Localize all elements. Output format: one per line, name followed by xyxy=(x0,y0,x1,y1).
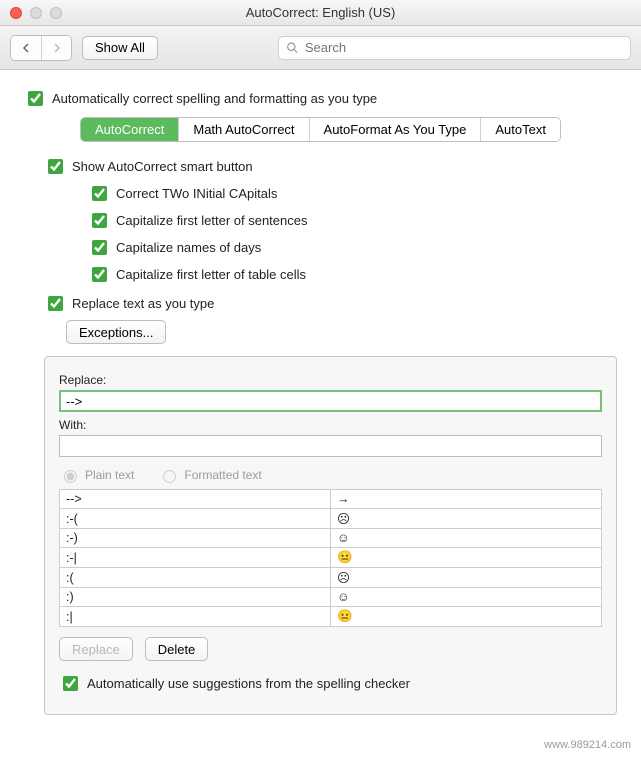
table-row[interactable]: :-|😐 xyxy=(60,548,602,568)
replace-button: Replace xyxy=(59,637,133,661)
cap-days-label: Capitalize names of days xyxy=(116,240,261,255)
tab-autoformat-as-you-type[interactable]: AutoFormat As You Type xyxy=(309,118,481,141)
replace-to-cell: → xyxy=(331,490,602,509)
replace-as-type-label: Replace text as you type xyxy=(72,296,214,311)
cap-sentences-checkbox[interactable] xyxy=(92,213,107,228)
plain-text-radio xyxy=(64,470,77,483)
table-row[interactable]: :|😐 xyxy=(60,607,602,627)
show-all-button[interactable]: Show All xyxy=(82,36,158,60)
table-row[interactable]: :)☺ xyxy=(60,588,602,607)
replace-as-type-checkbox[interactable] xyxy=(48,296,63,311)
two-initial-caps-label: Correct TWo INitial CApitals xyxy=(116,186,277,201)
replace-to-cell: ☺ xyxy=(331,529,602,548)
replace-from-cell: :| xyxy=(60,607,331,627)
replace-to-cell: ☹ xyxy=(331,568,602,588)
window-title: AutoCorrect: English (US) xyxy=(246,5,396,20)
cap-table-cells-label: Capitalize first letter of table cells xyxy=(116,267,306,282)
replace-from-cell: :-( xyxy=(60,509,331,529)
with-label: With: xyxy=(59,418,602,432)
cap-days-checkbox[interactable] xyxy=(92,240,107,255)
cap-sentences-label: Capitalize first letter of sentences xyxy=(116,213,307,228)
replacements-table[interactable]: -->→:-(☹:-)☺:-|😐:(☹:)☺:|😐 xyxy=(59,489,602,627)
replace-input[interactable] xyxy=(59,390,602,412)
replace-panel: Replace: With: Plain text Formatted text… xyxy=(44,356,617,715)
forward-button[interactable] xyxy=(41,36,71,60)
minimize-window-icon xyxy=(30,7,42,19)
replace-label: Replace: xyxy=(59,373,602,387)
replace-from-cell: --> xyxy=(60,490,331,509)
tab-autotext[interactable]: AutoText xyxy=(480,118,560,141)
search-wrap xyxy=(278,36,631,60)
smart-button-checkbox[interactable] xyxy=(48,159,63,174)
watermark: www.989214.com xyxy=(0,735,641,757)
formatted-text-label: Formatted text xyxy=(184,468,261,482)
replace-from-cell: :-) xyxy=(60,529,331,548)
auto-correct-typing-label: Automatically correct spelling and forma… xyxy=(52,91,377,106)
cap-table-cells-checkbox[interactable] xyxy=(92,267,107,282)
content: Automatically correct spelling and forma… xyxy=(0,70,641,735)
formatted-text-radio xyxy=(163,470,176,483)
use-spelling-checker-checkbox[interactable] xyxy=(63,676,78,691)
replace-to-cell: ☹ xyxy=(331,509,602,529)
tab-autocorrect[interactable]: AutoCorrect xyxy=(81,118,178,141)
delete-button[interactable]: Delete xyxy=(145,637,209,661)
two-initial-caps-checkbox[interactable] xyxy=(92,186,107,201)
search-input[interactable] xyxy=(278,36,631,60)
tab-group: AutoCorrect Math AutoCorrect AutoFormat … xyxy=(80,117,561,142)
format-radios: Plain text Formatted text xyxy=(59,467,602,483)
replace-to-cell: 😐 xyxy=(331,607,602,627)
replace-to-cell: ☺ xyxy=(331,588,602,607)
plain-text-label: Plain text xyxy=(85,468,134,482)
toolbar: Show All xyxy=(0,26,641,70)
close-window-icon[interactable] xyxy=(10,7,22,19)
tab-math-autocorrect[interactable]: Math AutoCorrect xyxy=(178,118,308,141)
zoom-window-icon xyxy=(50,7,62,19)
tabbar: AutoCorrect Math AutoCorrect AutoFormat … xyxy=(24,117,617,142)
titlebar: AutoCorrect: English (US) xyxy=(0,0,641,26)
auto-correct-typing-checkbox[interactable] xyxy=(28,91,43,106)
back-button[interactable] xyxy=(11,36,41,60)
use-spelling-checker-label: Automatically use suggestions from the s… xyxy=(87,676,410,691)
with-input[interactable] xyxy=(59,435,602,457)
table-row[interactable]: -->→ xyxy=(60,490,602,509)
replace-from-cell: :-| xyxy=(60,548,331,568)
exceptions-button[interactable]: Exceptions... xyxy=(66,320,166,344)
chevron-right-icon xyxy=(52,43,62,53)
search-icon xyxy=(286,41,299,54)
traffic-lights xyxy=(10,7,62,19)
table-row[interactable]: :-)☺ xyxy=(60,529,602,548)
smart-button-label: Show AutoCorrect smart button xyxy=(72,159,253,174)
table-row[interactable]: :-(☹ xyxy=(60,509,602,529)
nav-segment xyxy=(10,35,72,61)
table-row[interactable]: :(☹ xyxy=(60,568,602,588)
replace-from-cell: :) xyxy=(60,588,331,607)
replace-from-cell: :( xyxy=(60,568,331,588)
replace-to-cell: 😐 xyxy=(331,548,602,568)
chevron-left-icon xyxy=(21,43,31,53)
